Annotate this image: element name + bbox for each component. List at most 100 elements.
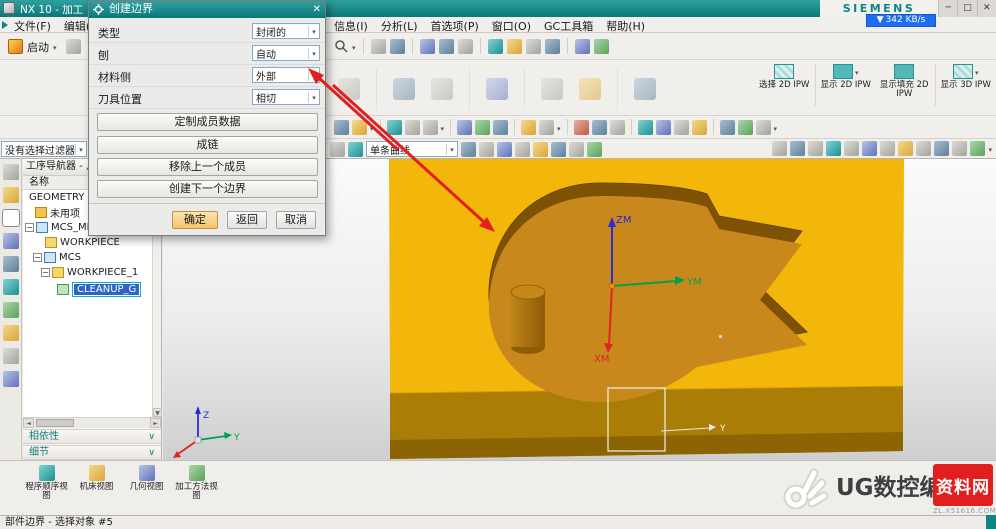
toolbar-icon[interactable] — [439, 39, 454, 54]
toolbar-icon[interactable] — [420, 39, 435, 54]
toolbar-icon[interactable] — [720, 120, 735, 135]
search-icon[interactable] — [334, 39, 348, 53]
snap-point-icon[interactable] — [916, 141, 931, 156]
toolbar-icon[interactable] — [526, 39, 541, 54]
toolbar-icon[interactable] — [488, 39, 503, 54]
snap-point-icon[interactable] — [862, 141, 877, 156]
minimize-button[interactable]: ─ — [938, 0, 957, 17]
snap-point-icon[interactable] — [970, 141, 985, 156]
toolbar-icon[interactable] — [575, 39, 590, 54]
start-button[interactable]: 启动 — [4, 36, 61, 57]
toolbar-icon[interactable] — [541, 78, 563, 100]
grip-point[interactable] — [719, 335, 722, 338]
toolbar-icon[interactable] — [493, 120, 508, 135]
show-3d-ipw-button[interactable]: 显示 3D IPW — [938, 64, 995, 90]
toolbar-icon[interactable] — [610, 120, 625, 135]
dependencies-section[interactable]: 相依性 ∨ — [23, 429, 161, 444]
scroll-left-icon[interactable]: ◄ — [23, 418, 34, 428]
create-next-boundary-button[interactable]: 创建下一个边界 — [97, 180, 318, 198]
select-2d-ipw-button[interactable]: 选择 2D IPW — [756, 64, 813, 90]
toolbar-icon[interactable] — [515, 142, 530, 157]
toolbar-icon[interactable] — [405, 120, 420, 135]
expander-icon[interactable] — [25, 223, 34, 232]
toolbar-icon[interactable] — [334, 120, 349, 135]
snap-point-icon[interactable] — [808, 141, 823, 156]
resource-tab-icon[interactable] — [3, 187, 19, 203]
selection-filter-combo[interactable]: 没有选择过滤器 — [1, 141, 87, 157]
toolbar-icon[interactable] — [574, 120, 589, 135]
cancel-button[interactable]: 取消 — [276, 211, 316, 229]
toolbar-icon[interactable] — [539, 120, 554, 135]
resource-tab-icon[interactable] — [3, 233, 19, 249]
tree-item-workpiece-1[interactable]: WORKPIECE_1 — [23, 265, 161, 280]
toolbar-icon[interactable] — [579, 78, 601, 100]
snap-point-icon[interactable] — [880, 141, 895, 156]
toolbar-icon[interactable] — [592, 120, 607, 135]
toolbar-icon[interactable] — [457, 120, 472, 135]
menu-preferences[interactable]: 首选项(P) — [431, 18, 479, 34]
scroll-down-icon[interactable]: ▼ — [153, 408, 162, 417]
toolbar-icon[interactable] — [638, 120, 653, 135]
snap-point-icon[interactable] — [934, 141, 949, 156]
resource-tab-icon[interactable] — [3, 371, 19, 387]
dialog-title-bar[interactable]: 创建边界 ✕ — [89, 1, 325, 18]
menu-information[interactable]: 信息(I) — [334, 18, 368, 34]
toolbar-icon[interactable] — [634, 78, 656, 100]
tree-item-cleanup[interactable]: CLEANUP_G — [23, 280, 161, 298]
tree-horizontal-scrollbar[interactable]: ◄ ► — [23, 417, 161, 428]
toolbar-icon[interactable] — [371, 39, 386, 54]
tool-position-combo[interactable]: 相切 — [252, 89, 320, 105]
toolbar-icon[interactable] — [458, 39, 473, 54]
toolbar-icon[interactable] — [551, 142, 566, 157]
toolbar-icon[interactable] — [738, 120, 753, 135]
menu-help[interactable]: 帮助(H) — [606, 18, 645, 34]
resource-tab-icon[interactable] — [3, 325, 19, 341]
snap-point-icon[interactable] — [826, 141, 841, 156]
snap-point-icon[interactable] — [844, 141, 859, 156]
toolbar-icon[interactable] — [656, 120, 671, 135]
dialog-close-button[interactable]: ✕ — [313, 2, 321, 18]
view-tab-machine-tool[interactable]: 机床视图 — [74, 463, 119, 514]
chevron-down-icon[interactable] — [774, 121, 778, 134]
toolbar-icon[interactable] — [475, 120, 490, 135]
snap-point-icon[interactable] — [772, 141, 787, 156]
toolbar-icon[interactable] — [521, 120, 536, 135]
resource-tab-icon[interactable] — [3, 302, 19, 318]
view-tab-machining-method[interactable]: 加工方法视图 — [174, 463, 219, 514]
back-button[interactable]: 返回 — [227, 211, 267, 229]
toolbar-icon[interactable] — [497, 142, 512, 157]
resource-tab-icon[interactable] — [3, 210, 19, 226]
toolbar-icon[interactable] — [692, 120, 707, 135]
toolbar-icon[interactable] — [461, 142, 476, 157]
resource-tab-icon[interactable] — [3, 256, 19, 272]
toolbar-icon[interactable] — [348, 142, 363, 157]
toolbar-icon[interactable] — [486, 78, 508, 100]
chevron-down-icon[interactable] — [352, 40, 356, 53]
toolbar-icon[interactable] — [423, 120, 438, 135]
snap-point-icon[interactable] — [952, 141, 967, 156]
customize-member-data-button[interactable]: 定制成员数据 — [97, 113, 318, 131]
chevron-down-icon[interactable] — [557, 121, 561, 134]
scroll-right-icon[interactable]: ► — [150, 418, 161, 428]
menu-file[interactable]: 文件(F) — [14, 18, 51, 34]
wcs-origin[interactable] — [610, 284, 615, 289]
plane-combo[interactable]: 自动 — [252, 45, 320, 61]
menu-analysis[interactable]: 分析(L) — [381, 18, 418, 34]
details-section[interactable]: 细节 ∨ — [23, 445, 161, 460]
toolbar-icon[interactable] — [387, 120, 402, 135]
chain-button[interactable]: 成链 — [97, 136, 318, 154]
resource-tab-icon[interactable] — [3, 279, 19, 295]
show-2d-ipw-button[interactable]: 显示 2D IPW — [818, 64, 875, 90]
toolbar-icon[interactable] — [479, 142, 494, 157]
snap-point-icon[interactable] — [790, 141, 805, 156]
menu-window[interactable]: 窗口(O) — [492, 18, 531, 34]
expander-icon[interactable] — [33, 253, 42, 262]
toolbar-icon[interactable] — [431, 78, 453, 100]
toolbar-icon[interactable] — [390, 39, 405, 54]
curve-rule-combo[interactable]: 单条曲线 — [366, 141, 458, 157]
tree-item-workpiece[interactable]: WORKPIECE — [23, 235, 161, 250]
toolbar-icon[interactable] — [545, 39, 560, 54]
chevron-down-icon[interactable] — [370, 121, 374, 134]
show-filled-2d-ipw-button[interactable]: 显示填充 2D IPW — [876, 64, 933, 99]
scrollbar-thumb[interactable] — [36, 419, 74, 427]
